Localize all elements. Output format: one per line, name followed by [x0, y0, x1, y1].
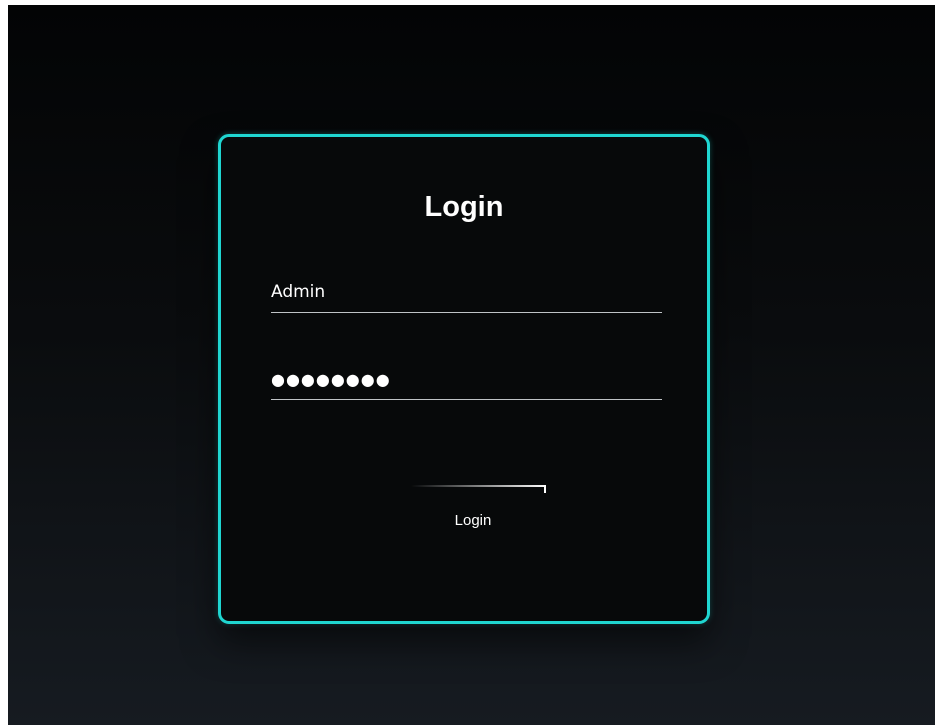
login-button-label[interactable]: Login	[411, 512, 535, 530]
password-value[interactable]: ●●●●●●●●	[271, 370, 391, 390]
page-background: Login Admin ●●●●●●●● Login	[8, 5, 935, 725]
button-animated-border-right	[544, 485, 546, 493]
login-card: Login Admin ●●●●●●●● Login	[218, 134, 710, 624]
button-animated-border-top	[411, 485, 546, 487]
username-field[interactable]: Admin	[271, 272, 662, 313]
login-title: Login	[424, 191, 504, 223]
password-field[interactable]: ●●●●●●●●	[271, 359, 662, 400]
login-button[interactable]: Login	[411, 485, 551, 535]
username-value[interactable]: Admin	[271, 282, 325, 302]
